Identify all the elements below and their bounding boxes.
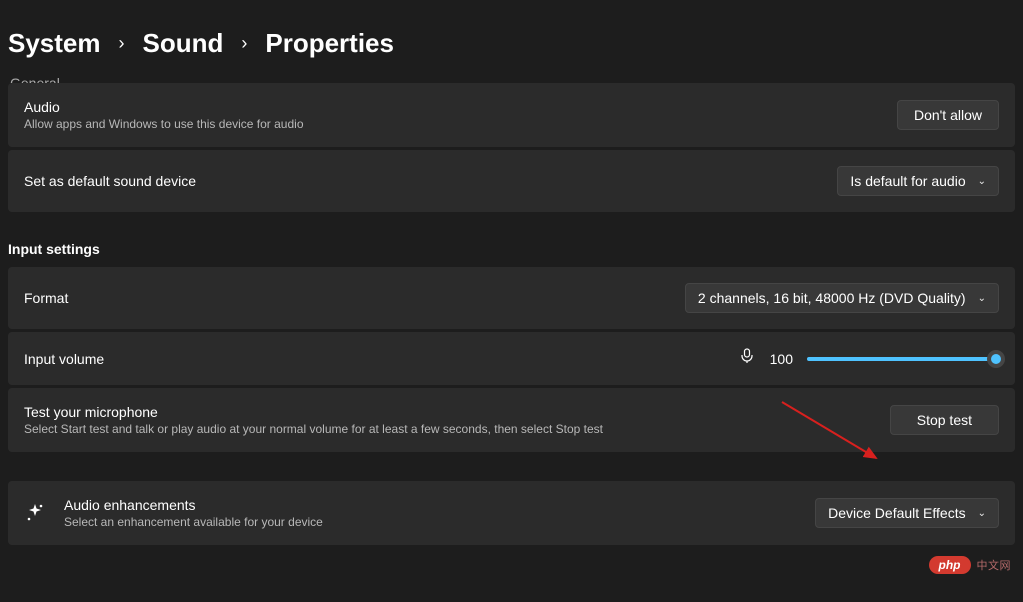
audio-row: Audio Allow apps and Windows to use this… bbox=[8, 83, 1015, 147]
chevron-down-icon: ⌄ bbox=[978, 293, 986, 304]
input-volume-value: 100 bbox=[769, 351, 793, 367]
enhancements-sub: Select an enhancement available for your… bbox=[64, 515, 323, 529]
watermark-badge: php bbox=[929, 556, 971, 574]
audio-enhancements-row: Audio enhancements Select an enhancement… bbox=[8, 481, 1015, 545]
format-dropdown[interactable]: 2 channels, 16 bit, 48000 Hz (DVD Qualit… bbox=[685, 283, 999, 313]
audio-label: Audio bbox=[24, 99, 304, 115]
test-microphone-row: Test your microphone Select Start test a… bbox=[8, 388, 1015, 452]
watermark: php 中文网 bbox=[929, 556, 1012, 574]
chevron-right-icon: › bbox=[119, 33, 125, 54]
default-device-row: Set as default sound device Is default f… bbox=[8, 150, 1015, 212]
chevron-down-icon: ⌄ bbox=[978, 508, 986, 519]
audio-sub: Allow apps and Windows to use this devic… bbox=[24, 117, 304, 131]
input-volume-label: Input volume bbox=[24, 351, 104, 367]
section-header-general: General bbox=[8, 75, 1015, 83]
section-header-input: Input settings bbox=[8, 215, 1015, 267]
chevron-right-icon: › bbox=[241, 33, 247, 54]
breadcrumb: System › Sound › Properties bbox=[0, 0, 1023, 79]
input-volume-row: Input volume 100 bbox=[8, 332, 1015, 385]
slider-thumb[interactable] bbox=[987, 350, 1005, 368]
watermark-text: 中文网 bbox=[977, 557, 1012, 573]
test-microphone-sub: Select Start test and talk or play audio… bbox=[24, 422, 603, 436]
enhancements-value: Device Default Effects bbox=[828, 505, 965, 521]
breadcrumb-properties: Properties bbox=[265, 28, 394, 59]
format-value: 2 channels, 16 bit, 48000 Hz (DVD Qualit… bbox=[698, 290, 966, 306]
default-device-label: Set as default sound device bbox=[24, 173, 196, 189]
default-device-dropdown[interactable]: Is default for audio ⌄ bbox=[837, 166, 999, 196]
format-row: Format 2 channels, 16 bit, 48000 Hz (DVD… bbox=[8, 267, 1015, 329]
breadcrumb-sound[interactable]: Sound bbox=[143, 28, 224, 59]
default-device-value: Is default for audio bbox=[850, 173, 965, 189]
enhancements-dropdown[interactable]: Device Default Effects ⌄ bbox=[815, 498, 999, 528]
dont-allow-button[interactable]: Don't allow bbox=[897, 100, 999, 130]
format-label: Format bbox=[24, 290, 68, 306]
sparkle-icon bbox=[24, 502, 46, 524]
input-volume-slider[interactable] bbox=[807, 357, 999, 361]
chevron-down-icon: ⌄ bbox=[978, 176, 986, 187]
test-microphone-label: Test your microphone bbox=[24, 404, 603, 420]
breadcrumb-system[interactable]: System bbox=[8, 28, 101, 59]
stop-test-button[interactable]: Stop test bbox=[890, 405, 999, 435]
microphone-icon bbox=[739, 348, 755, 369]
enhancements-label: Audio enhancements bbox=[64, 497, 323, 513]
